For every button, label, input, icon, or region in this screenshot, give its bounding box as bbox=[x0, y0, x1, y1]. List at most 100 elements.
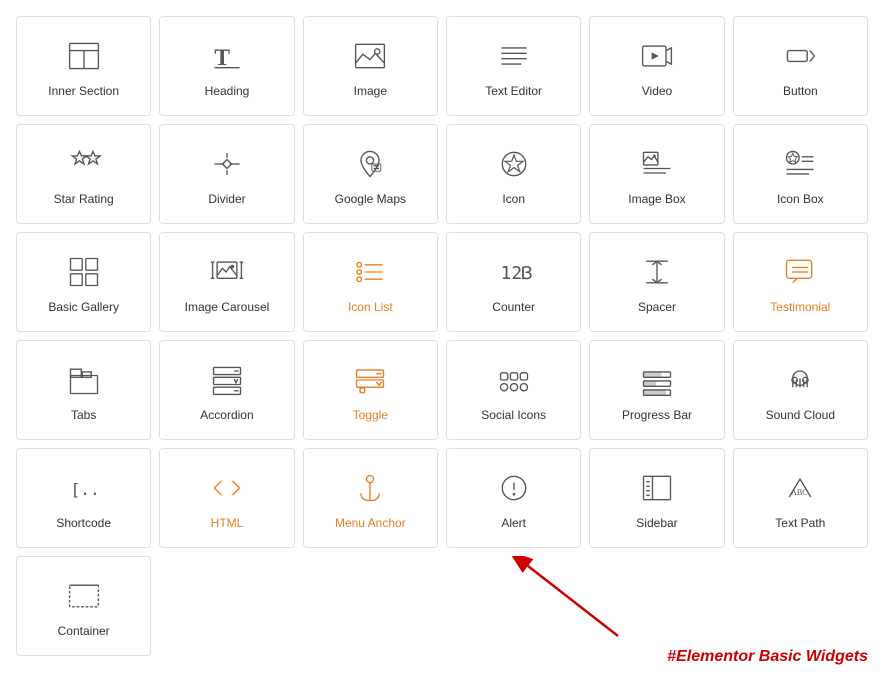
star-rating-icon bbox=[64, 144, 104, 184]
icon-box-icon bbox=[780, 144, 820, 184]
spacer-icon bbox=[637, 252, 677, 292]
widget-social-icons[interactable]: Social Icons bbox=[446, 340, 581, 440]
widget-icon-box[interactable]: Icon Box bbox=[733, 124, 868, 224]
widget-sound-cloud[interactable]: Sound Cloud bbox=[733, 340, 868, 440]
widget-sidebar[interactable]: Sidebar bbox=[589, 448, 724, 548]
menu-anchor-label: Menu Anchor bbox=[335, 516, 406, 532]
widget-icon-list[interactable]: Icon List bbox=[303, 232, 438, 332]
toggle-label: Toggle bbox=[353, 408, 388, 424]
widget-alert[interactable]: Alert bbox=[446, 448, 581, 548]
tabs-label: Tabs bbox=[71, 408, 96, 424]
shortcode-icon: [...] bbox=[64, 468, 104, 508]
toggle-icon bbox=[350, 360, 390, 400]
text-path-label: Text Path bbox=[775, 516, 825, 532]
text-path-icon: ABC bbox=[780, 468, 820, 508]
heading-label: Heading bbox=[205, 84, 250, 100]
image-icon bbox=[350, 36, 390, 76]
icon-list-label: Icon List bbox=[348, 300, 393, 316]
social-icons-icon bbox=[494, 360, 534, 400]
red-arrow-svg bbox=[508, 556, 628, 646]
video-icon bbox=[637, 36, 677, 76]
svg-text:ABC: ABC bbox=[791, 488, 808, 497]
widget-shortcode[interactable]: [...] Shortcode bbox=[16, 448, 151, 548]
widget-icon[interactable]: Icon bbox=[446, 124, 581, 224]
sidebar-label: Sidebar bbox=[636, 516, 677, 532]
container-icon bbox=[64, 576, 104, 616]
widget-image-box[interactable]: Image Box bbox=[589, 124, 724, 224]
divider-label: Divider bbox=[208, 192, 245, 208]
text-editor-label: Text Editor bbox=[485, 84, 542, 100]
progress-bar-icon bbox=[637, 360, 677, 400]
basic-gallery-label: Basic Gallery bbox=[48, 300, 119, 316]
heading-icon: T bbox=[207, 36, 247, 76]
widget-button[interactable]: Button bbox=[733, 16, 868, 116]
image-carousel-icon bbox=[207, 252, 247, 292]
button-icon bbox=[780, 36, 820, 76]
sound-cloud-label: Sound Cloud bbox=[766, 408, 835, 424]
google-maps-label: Google Maps bbox=[335, 192, 406, 208]
widget-container[interactable]: Container bbox=[16, 556, 151, 656]
annotation-text: #Elementor Basic Widgets bbox=[667, 648, 868, 666]
sidebar-icon bbox=[637, 468, 677, 508]
progress-bar-label: Progress Bar bbox=[622, 408, 692, 424]
counter-icon: 123 bbox=[494, 252, 534, 292]
image-box-label: Image Box bbox=[628, 192, 685, 208]
divider-icon bbox=[207, 144, 247, 184]
widget-counter[interactable]: 123 Counter bbox=[446, 232, 581, 332]
testimonial-icon bbox=[780, 252, 820, 292]
widget-basic-gallery[interactable]: Basic Gallery bbox=[16, 232, 151, 332]
svg-text:[...]: [...] bbox=[70, 480, 102, 499]
image-label: Image bbox=[354, 84, 387, 100]
html-label: HTML bbox=[211, 516, 244, 532]
widget-inner-section[interactable]: Inner Section bbox=[16, 16, 151, 116]
image-carousel-label: Image Carousel bbox=[185, 300, 270, 316]
widget-google-maps[interactable]: Google Maps bbox=[303, 124, 438, 224]
button-label: Button bbox=[783, 84, 818, 100]
widget-divider[interactable]: Divider bbox=[159, 124, 294, 224]
last-row: Container #Elementor Basic Widgets bbox=[16, 556, 868, 666]
widget-menu-anchor[interactable]: Menu Anchor bbox=[303, 448, 438, 548]
widget-star-rating[interactable]: Star Rating bbox=[16, 124, 151, 224]
sound-cloud-icon bbox=[780, 360, 820, 400]
svg-text:123: 123 bbox=[500, 263, 532, 284]
video-label: Video bbox=[642, 84, 672, 100]
widget-testimonial[interactable]: Testimonial bbox=[733, 232, 868, 332]
alert-icon bbox=[494, 468, 534, 508]
menu-anchor-icon bbox=[350, 468, 390, 508]
widget-toggle[interactable]: Toggle bbox=[303, 340, 438, 440]
counter-label: Counter bbox=[492, 300, 535, 316]
alert-label: Alert bbox=[501, 516, 526, 532]
spacer-label: Spacer bbox=[638, 300, 676, 316]
icon-list-icon bbox=[350, 252, 390, 292]
icon-label: Icon bbox=[502, 192, 525, 208]
basic-gallery-icon bbox=[64, 252, 104, 292]
widget-video[interactable]: Video bbox=[589, 16, 724, 116]
inner-section-icon bbox=[64, 36, 104, 76]
icon-box-label: Icon Box bbox=[777, 192, 824, 208]
widget-image[interactable]: Image bbox=[303, 16, 438, 116]
google-maps-icon bbox=[350, 144, 390, 184]
widget-html[interactable]: HTML bbox=[159, 448, 294, 548]
inner-section-label: Inner Section bbox=[48, 84, 119, 100]
widget-text-editor[interactable]: Text Editor bbox=[446, 16, 581, 116]
annotation-area: #Elementor Basic Widgets bbox=[159, 556, 868, 666]
accordion-icon bbox=[207, 360, 247, 400]
widget-tabs[interactable]: Tabs bbox=[16, 340, 151, 440]
image-box-icon bbox=[637, 144, 677, 184]
widget-spacer[interactable]: Spacer bbox=[589, 232, 724, 332]
container-label: Container bbox=[58, 624, 110, 640]
tabs-icon bbox=[64, 360, 104, 400]
widget-heading[interactable]: T Heading bbox=[159, 16, 294, 116]
shortcode-label: Shortcode bbox=[56, 516, 111, 532]
html-icon bbox=[207, 468, 247, 508]
widget-progress-bar[interactable]: Progress Bar bbox=[589, 340, 724, 440]
testimonial-label: Testimonial bbox=[770, 300, 830, 316]
widget-image-carousel[interactable]: Image Carousel bbox=[159, 232, 294, 332]
social-icons-label: Social Icons bbox=[481, 408, 546, 424]
text-editor-icon bbox=[494, 36, 534, 76]
widget-text-path[interactable]: ABC Text Path bbox=[733, 448, 868, 548]
accordion-label: Accordion bbox=[200, 408, 253, 424]
widget-accordion[interactable]: Accordion bbox=[159, 340, 294, 440]
star-rating-label: Star Rating bbox=[54, 192, 114, 208]
icon-icon bbox=[494, 144, 534, 184]
